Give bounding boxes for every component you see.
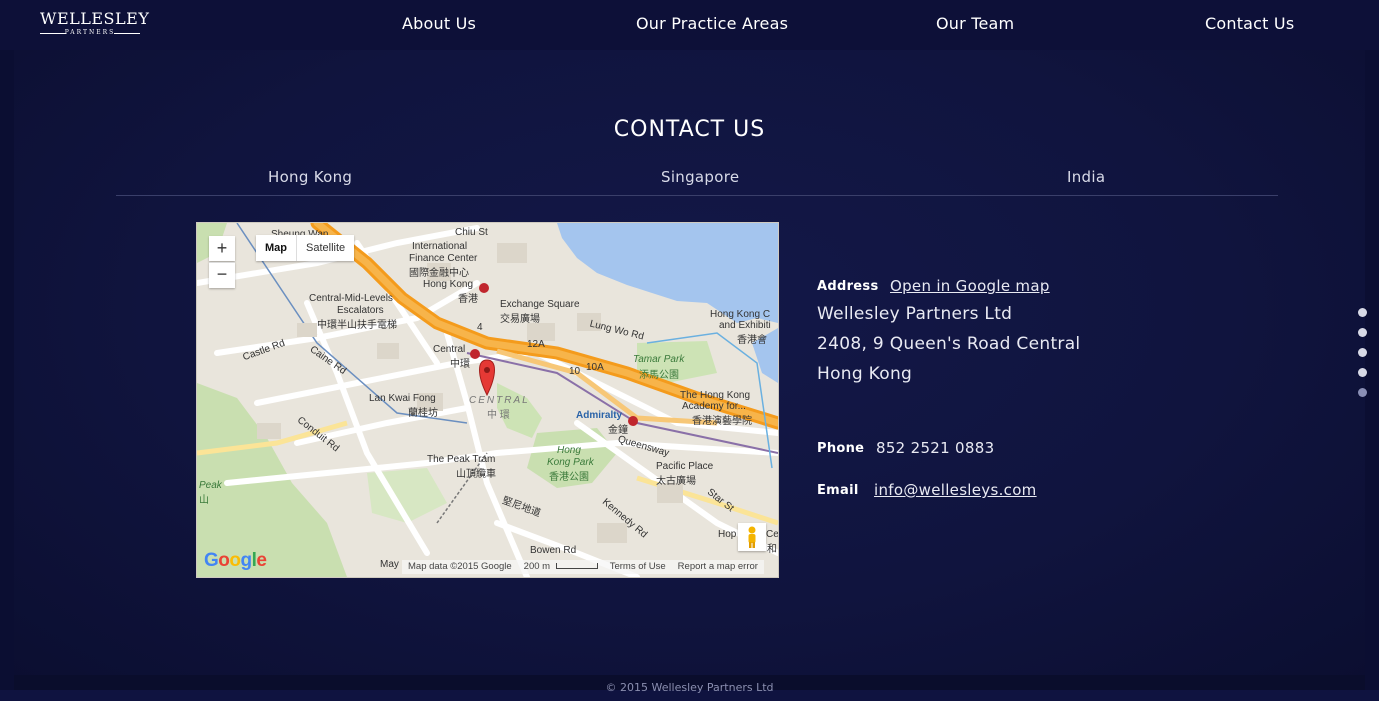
map-label-r12a: 12A	[527, 339, 545, 350]
zoom-out-button[interactable]: −	[209, 262, 235, 288]
open-google-map-link[interactable]: Open in Google map	[890, 277, 1050, 295]
map-scale: 200 m	[524, 560, 598, 574]
nav-practice-areas[interactable]: Our Practice Areas	[636, 14, 788, 36]
map-label-ifc2: Finance Center	[409, 253, 478, 264]
map-label-central-zh: 中環	[450, 359, 470, 370]
map-label-lkf-zh: 蘭桂坊	[408, 408, 438, 419]
address-line-2: 2408, 9 Queen's Road Central	[817, 334, 1081, 354]
map-label-tamar-zh: 添馬公園	[639, 370, 679, 381]
map-label-peak-zh: 山	[199, 495, 209, 506]
map-label-escalators-zh: 中環半山扶手電梯	[317, 320, 397, 331]
logo-sub-text: PARTNERS	[40, 29, 140, 37]
map-label-r4: 4	[477, 322, 483, 333]
map-label-peak-tram: The Peak Tram	[427, 454, 496, 465]
map-label-exchange: Exchange Square	[500, 299, 580, 310]
map-label-hkc-zh: 香港會	[737, 335, 767, 346]
map-label-hkapa: The Hong Kong	[680, 390, 751, 401]
address-label: Address	[817, 279, 879, 294]
map-label-tamar: Tamar Park	[633, 354, 685, 365]
map-label-hkpark2: Kong Park	[547, 457, 594, 468]
map-label-peak: Peak	[199, 480, 222, 491]
office-tabs: Hong Kong Singapore India	[116, 165, 1278, 196]
map-label-hkapa-zh: 香港演藝學院	[692, 416, 752, 427]
map-label-midlevels: Central-Mid-Levels	[309, 293, 393, 304]
section-dot-2[interactable]	[1358, 328, 1367, 337]
tab-singapore[interactable]: Singapore	[661, 168, 739, 186]
map-label-hop: Hop	[718, 529, 737, 540]
google-map[interactable]: Sheung Wan Chiu St International Finance…	[196, 222, 779, 578]
map-label-admiralty-zh: 金鐘	[608, 425, 628, 436]
tab-india[interactable]: India	[1067, 168, 1105, 186]
tab-hong-kong[interactable]: Hong Kong	[268, 168, 352, 186]
section-dot-5-active[interactable]	[1358, 388, 1367, 397]
section-dot-1[interactable]	[1358, 308, 1367, 317]
phone-label: Phone	[817, 441, 865, 456]
map-label-escalators: Escalators	[337, 305, 384, 316]
address-line-1: Wellesley Partners Ltd	[817, 304, 1013, 324]
section-title: CONTACT US	[613, 117, 766, 142]
section-dot-4[interactable]	[1358, 368, 1367, 377]
email-label: Email	[817, 483, 859, 498]
map-label-hong-kong: Hong Kong	[423, 279, 474, 290]
zoom-in-button[interactable]: +	[209, 236, 235, 261]
map-label-r10a: 10A	[586, 362, 604, 373]
nav-our-team[interactable]: Our Team	[936, 14, 1014, 36]
map-label-central: Central	[433, 344, 466, 355]
address-line-3: Hong Kong	[817, 364, 913, 384]
map-label-hkc2: and Exhibiti	[719, 320, 771, 331]
brand-logo[interactable]: WELLESLEY PARTNERS	[40, 9, 150, 38]
logo-main-text: WELLESLEY	[40, 9, 150, 28]
map-label-hkpark: Hong	[557, 445, 581, 456]
map-report-link[interactable]: Report a map error	[678, 560, 758, 574]
map-label-chiu-st: Chiu St	[455, 227, 488, 238]
map-data-credit: Map data ©2015 Google	[408, 561, 512, 572]
map-label-ifc-zh: 國際金融中心	[409, 268, 469, 279]
email-link[interactable]: info@wellesleys.com	[874, 481, 1037, 499]
section-dot-3[interactable]	[1358, 348, 1367, 357]
map-label-exchange-zh: 交易廣場	[500, 314, 540, 325]
copyright-text: © 2015 Wellesley Partners Ltd	[605, 681, 774, 694]
map-label-r10: 10	[569, 366, 581, 377]
top-nav: WELLESLEY PARTNERS About Us Our Practice…	[0, 0, 1379, 50]
map-footer: Map data ©2015 Google 200 m Terms of Use…	[402, 560, 764, 574]
map-label-admiralty: Admiralty	[576, 410, 623, 421]
section-dots-nav	[1358, 308, 1368, 408]
google-logo[interactable]: Google	[204, 550, 267, 572]
map-scale-label: 200 m	[523, 561, 551, 572]
map-label-lkf: Lan Kwai Fong	[369, 393, 436, 404]
map-label-hkpark-zh: 香港公園	[549, 472, 589, 483]
map-label-pacific-zh: 太古廣場	[656, 476, 696, 487]
street-view-pegman-icon[interactable]	[738, 523, 766, 551]
map-label-peak-tram-zh: 山頂纜車	[456, 469, 496, 480]
map-label-hkc: Hong Kong C	[710, 309, 771, 320]
left-edge	[0, 50, 14, 690]
phone-value: 852 2521 0883	[876, 439, 995, 457]
map-terms-link[interactable]: Terms of Use	[610, 560, 666, 574]
map-label-ce: Ce	[766, 529, 779, 540]
map-label-ce-zh: 和	[767, 544, 777, 555]
map-label-bowen: Bowen Rd	[530, 545, 577, 556]
map-label-hkapa2: Academy for...	[682, 401, 746, 412]
nav-about-us[interactable]: About Us	[402, 14, 476, 36]
map-label-may: May	[380, 559, 399, 570]
map-label-ifc: International	[412, 241, 468, 252]
map-type-satellite-button[interactable]: Satellite	[297, 235, 354, 261]
map-type-control: Map Satellite	[256, 235, 355, 261]
map-label-pacific: Pacific Place	[656, 461, 714, 472]
nav-contact-us[interactable]: Contact Us	[1205, 14, 1294, 36]
map-type-map-button[interactable]: Map	[256, 235, 297, 261]
map-label-hk-zh: 香港	[458, 294, 478, 305]
map-label-central-big: CENTRAL	[469, 395, 530, 406]
page-footer: © 2015 Wellesley Partners Ltd	[14, 675, 1365, 694]
map-scale-bar	[555, 563, 598, 570]
map-label-central-big-zh: 中 環	[487, 410, 510, 421]
